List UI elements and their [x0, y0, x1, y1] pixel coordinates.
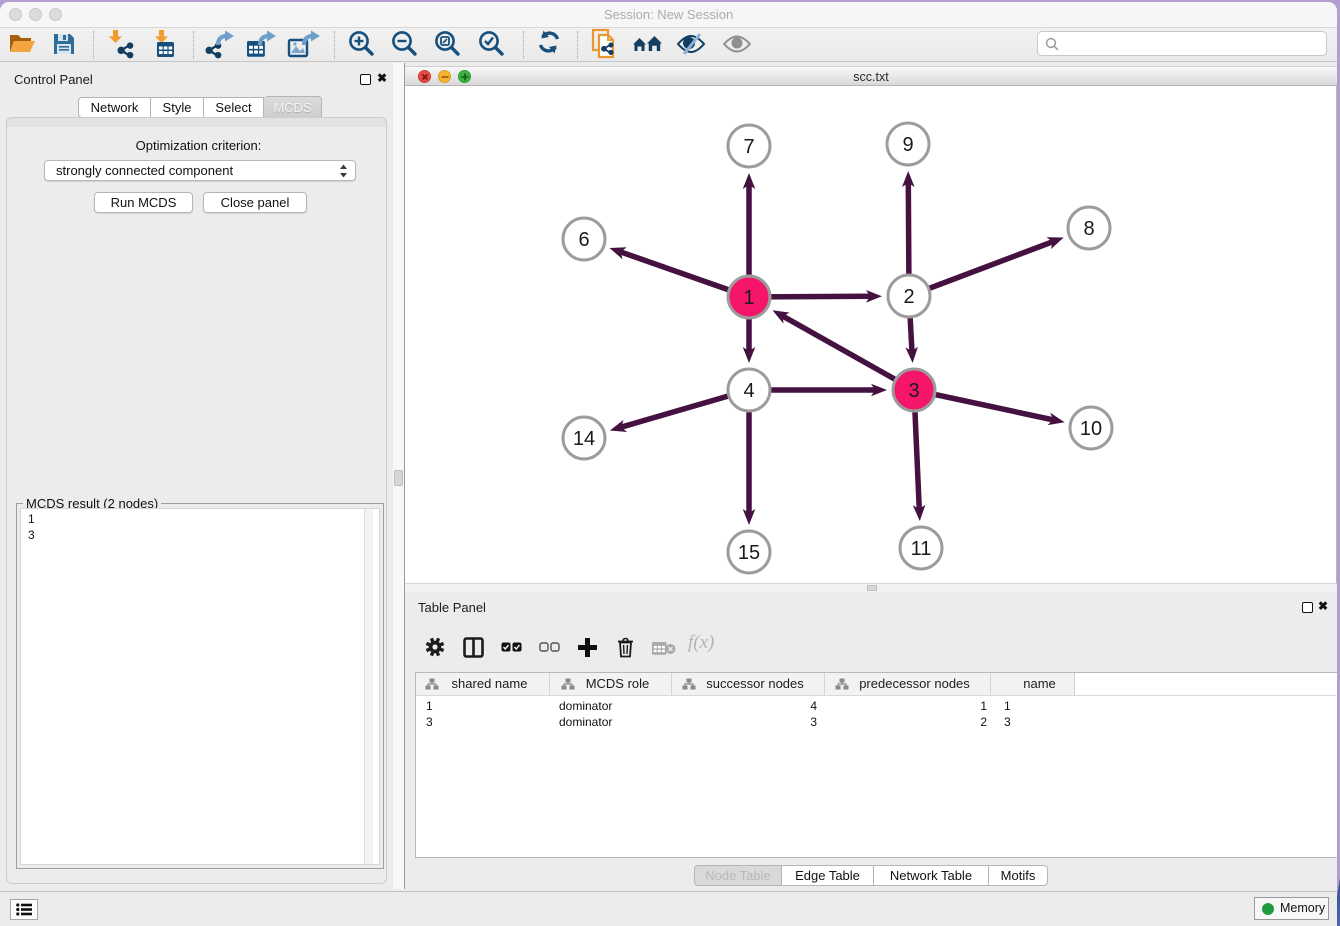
svg-text:2: 2: [903, 286, 914, 308]
svg-text:6: 6: [578, 229, 589, 251]
svg-text:8: 8: [1083, 218, 1094, 240]
svg-text:11: 11: [911, 538, 932, 560]
svg-text:4: 4: [743, 380, 754, 402]
svg-text:10: 10: [1080, 418, 1102, 440]
svg-text:9: 9: [902, 134, 913, 156]
svg-text:14: 14: [573, 428, 595, 450]
svg-text:1: 1: [743, 287, 754, 309]
svg-text:15: 15: [738, 542, 760, 564]
svg-text:7: 7: [743, 136, 754, 158]
svg-text:3: 3: [908, 380, 919, 402]
